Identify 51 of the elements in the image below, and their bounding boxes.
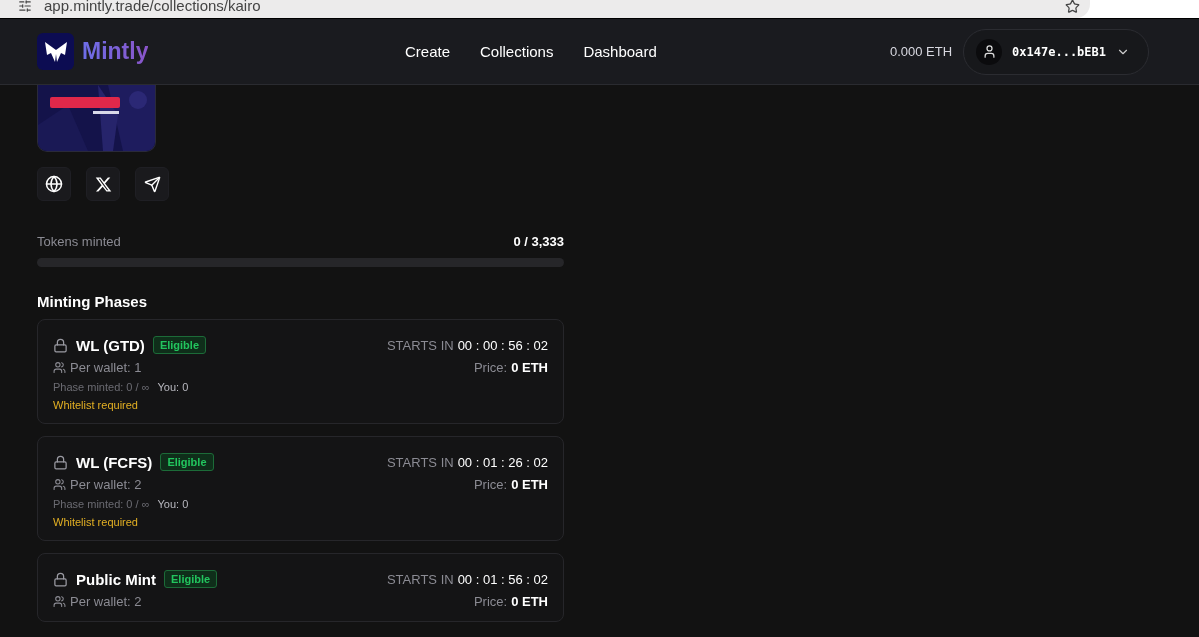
site-settings-icon (18, 0, 32, 13)
section-title: Minting Phases (37, 293, 149, 310)
globe-icon (45, 175, 63, 193)
brand-name[interactable]: Mintly (82, 38, 149, 65)
phase-name: Public Mint (76, 570, 156, 588)
price-value: 0 ETH (511, 477, 548, 492)
starts-in-label: STARTS IN (386, 337, 454, 353)
tokens-minted-count: 0 / 3,333 (513, 234, 564, 249)
logo-icon[interactable] (37, 33, 74, 70)
bookmark-star-icon[interactable] (1065, 0, 1080, 14)
balance-text: 0.000 ETH (889, 44, 953, 59)
paper-plane-icon (143, 175, 161, 193)
phase-name: WL (FCFS) (76, 453, 153, 471)
price-value: 0 ETH (511, 360, 548, 375)
whitelist-note: Whitelist required (53, 399, 139, 411)
phase-minted-text: Phase minted: 0 / ∞ (53, 498, 150, 510)
users-icon (53, 595, 66, 608)
per-wallet-text: Per wallet: 2 (53, 594, 142, 609)
social-link-button[interactable] (37, 167, 71, 201)
tokens-minted-label: Tokens minted (37, 234, 121, 249)
wallet-button[interactable]: 0x147e...bEB1 (963, 28, 1149, 75)
social-link-button[interactable] (86, 167, 120, 201)
you-minted-text: You: 0 (157, 381, 189, 393)
phase-minted-text: Phase minted: 0 / ∞ (53, 381, 150, 393)
price-value: 0 ETH (511, 594, 548, 609)
x-logo-icon (94, 175, 112, 193)
price-label: Price: (473, 594, 508, 609)
eligibility-badge: Eligible (164, 570, 218, 588)
eligibility-badge: Eligible (160, 453, 214, 471)
countdown-text: 00 : 00 : 56 : 02 (457, 337, 548, 353)
nav-link[interactable]: Collections (480, 43, 554, 60)
social-link-button[interactable] (135, 167, 169, 201)
address-bar[interactable]: app.mintly.trade/collections/kairo (0, 0, 1090, 18)
users-icon (53, 478, 66, 491)
starts-in-label: STARTS IN (386, 454, 454, 470)
countdown-text: 00 : 01 : 56 : 02 (457, 571, 548, 587)
per-wallet-text: Per wallet: 2 (53, 477, 142, 492)
url-text: app.mintly.trade/collections/kairo (44, 0, 262, 15)
nav-link[interactable]: Dashboard (583, 43, 657, 60)
user-icon (976, 38, 1003, 65)
starts-in-label: STARTS IN (386, 571, 454, 587)
price-label: Price: (473, 477, 508, 492)
price-label: Price: (473, 360, 508, 375)
you-minted-text: You: 0 (157, 498, 189, 510)
eligibility-badge: Eligible (152, 336, 206, 354)
countdown-text: 00 : 01 : 26 : 02 (457, 454, 548, 470)
phase-name: WL (GTD) (76, 336, 145, 354)
users-icon (53, 361, 66, 374)
per-wallet-text: Per wallet: 1 (53, 360, 142, 375)
nav-link[interactable]: Create (405, 43, 451, 60)
whitelist-note: Whitelist required (53, 516, 139, 528)
